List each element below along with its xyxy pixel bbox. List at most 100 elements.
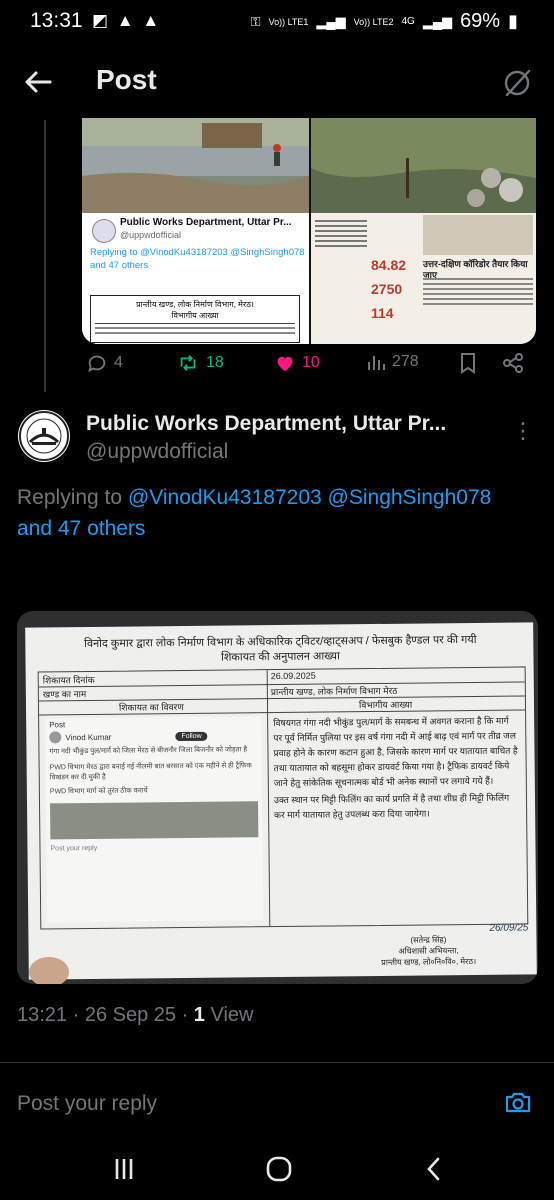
arrow-left-icon: [25, 71, 52, 93]
value-date: 26.09.2025: [270, 670, 316, 682]
share-icon: [503, 353, 523, 373]
embedded-doc-sub: विभागीय आख्या: [171, 311, 219, 320]
home-icon: [266, 1156, 292, 1182]
phone-screenshot: Post Vinod Kumar Follow गंगा नदी भीकुंड …: [45, 716, 264, 923]
news-body: [423, 275, 533, 308]
document-paper: विनोद कुमार द्वारा लोक निर्माण विभाग के …: [25, 622, 537, 980]
embedded-handle: @uppwdofficial: [120, 230, 182, 240]
page-title: Post: [96, 64, 157, 95]
news-column-left: [315, 217, 367, 341]
news-number-3: 114: [371, 305, 394, 321]
camera-button[interactable]: [504, 1088, 532, 1116]
author-handle[interactable]: @uppwdofficial: [86, 440, 228, 464]
embedded-name: Public Works Department, Uttar Pr...: [120, 217, 292, 228]
repost-count: 18: [206, 354, 224, 371]
news-stats: 84.82 2750 114: [371, 217, 421, 321]
reply-input[interactable]: Post your reply: [17, 1092, 157, 1116]
repost-icon: [180, 355, 196, 371]
report-paragraph-2: उक्त स्थान पर मिट्टी फिलिंग का कार्य प्र…: [273, 792, 510, 821]
status-time: 13:31: [30, 9, 83, 32]
header: Post: [0, 44, 554, 120]
label-division: खण्ड का नाम: [42, 689, 87, 700]
value-division: प्रान्तीय खण्ड, लोक निर्माण विभाग मेरठ: [270, 685, 398, 698]
replying-to: Replying to @VinodKu43187203 @SinghSingh…: [17, 482, 547, 544]
heart-icon: [277, 356, 293, 372]
embedded-avatar: [92, 219, 116, 243]
previous-tweet-actions: 4 18 10 278: [80, 352, 540, 386]
status-bar: 13:31 ◩ ▲ ▲ ⚿ Vo)) LTE1 ▂▄▆ Vo)) LTE2 4G…: [0, 0, 554, 44]
phone-avatar: [49, 731, 62, 744]
bookmark-button[interactable]: [458, 352, 478, 374]
back-button[interactable]: [22, 66, 54, 98]
like-button[interactable]: 10: [274, 352, 320, 374]
newspaper-clipping: 84.82 2750 114 उत्तर-दक्षिण कॉरिडोर तैया…: [311, 213, 536, 344]
others-link[interactable]: and 47 others: [17, 517, 145, 540]
document-heading: विनोद कुमार द्वारा लोक निर्माण विभाग के …: [37, 632, 523, 667]
reply-icon: [88, 355, 106, 373]
tweet-image[interactable]: विनोद कुमार द्वारा लोक निर्माण विभाग के …: [17, 611, 538, 984]
divider: [0, 1062, 554, 1063]
embedded-doc-heading: प्रान्तीय खण्ड, लोक निर्माण विभाग, मेरठ।: [136, 300, 254, 309]
key-icon: ⚿: [250, 13, 261, 29]
phone-text-3: PWD विभाग मार्ग को तुरंत ठीक करायें: [49, 787, 148, 796]
signature-block: 26/09/25 (सतेन्द्र सिंह) अधिशासी अभियन्त…: [328, 922, 528, 968]
col-complaint: शिकायत का विवरण: [118, 702, 184, 713]
report-text: विषयगत गंगा नदी भीकुंड पुल/मार्ग के समबन…: [273, 714, 520, 824]
grok-button[interactable]: [500, 66, 534, 100]
media-image-left[interactable]: Public Works Department, Uttar Pr... @up…: [82, 118, 309, 344]
views-label: View: [204, 1004, 254, 1026]
water-photo: [311, 118, 536, 213]
pwd-logo-icon: [19, 411, 69, 461]
bookmark-icon: [461, 353, 475, 374]
like-count: 10: [302, 354, 320, 371]
notification-icons: ◩ ▲ ▲: [92, 11, 162, 30]
phone-follow: Follow: [175, 731, 208, 741]
label-date: शिकायत दिनांक: [42, 674, 95, 686]
signal-icon-1: ▂▄▆: [316, 13, 346, 29]
network-label-2: Vo)) LTE2: [353, 16, 394, 27]
avatar[interactable]: [18, 410, 70, 462]
replying-prefix: Replying to: [17, 486, 128, 509]
back-nav-button[interactable]: [414, 1154, 454, 1184]
grok-icon: [504, 69, 531, 97]
embedded-reply: Replying to @VinodKu43187203 @SinghSingh…: [90, 247, 305, 271]
battery-percent: 69%: [460, 10, 501, 32]
phone-text-1: गंगा नदी भीकुंड पुल/मार्ग को जिला मेरठ स…: [49, 746, 248, 756]
views-button[interactable]: 278: [366, 352, 419, 372]
thread-line: [44, 120, 46, 392]
network-label-1: Vo)) LTE1: [268, 16, 309, 27]
sign-line-3: प्रान्तीय खण्ड, लो०नि०वि०, मेरठ।: [381, 956, 477, 967]
chevron-left-icon: [427, 1157, 440, 1181]
news-number-1: 84.82: [371, 257, 407, 273]
views-number: 1: [193, 1004, 205, 1026]
col-report: विभागीय आख्या: [358, 699, 413, 711]
status-right: ⚿ Vo)) LTE1 ▂▄▆ Vo)) LTE2 4G ▂▄▆ 69% ▮: [251, 10, 518, 33]
recents-button[interactable]: [104, 1154, 144, 1184]
embedded-tweet: Public Works Department, Uttar Pr... @up…: [82, 213, 309, 344]
finger: [29, 957, 69, 984]
author-name[interactable]: Public Works Department, Uttar Pr...: [86, 412, 446, 436]
reply-count: 4: [114, 354, 123, 371]
mention-link[interactable]: @SinghSingh078: [328, 486, 492, 509]
embedded-doc: प्रान्तीय खण्ड, लोक निर्माण विभाग, मेरठ।…: [90, 295, 300, 343]
previous-tweet-media[interactable]: Public Works Department, Uttar Pr... @up…: [82, 118, 536, 344]
camera-icon: [505, 1092, 531, 1113]
mention-link[interactable]: @VinodKu43187203: [128, 486, 322, 509]
signal-icon-2: ▂▄▆: [422, 13, 453, 29]
report-paragraph-1: विषयगत गंगा नदी भीकुंड पुल/मार्ग के समबन…: [273, 715, 518, 789]
news-photo: [423, 215, 533, 255]
data-label: 4G: [401, 16, 415, 27]
media-image-right[interactable]: 84.82 2750 114 उत्तर-दक्षिण कॉरिडोर तैया…: [311, 118, 536, 344]
news-number-2: 2750: [371, 281, 403, 297]
more-icon[interactable]: ⋮: [512, 418, 534, 444]
river-photo: [82, 118, 309, 213]
share-button[interactable]: [502, 352, 524, 374]
recents-icon: [115, 1159, 133, 1179]
phone-reply: Post your reply: [50, 844, 98, 853]
reply-button[interactable]: 4: [86, 352, 123, 374]
timestamp: 13:21 · 26 Sep 25 ·: [17, 1004, 194, 1026]
home-button[interactable]: [258, 1154, 298, 1184]
repost-button[interactable]: 18: [176, 352, 224, 374]
phone-photo: [50, 801, 259, 840]
phone-text-2: PWD विभाग मेरठ द्वारा बनाई गई नीलमी बात …: [49, 762, 252, 782]
